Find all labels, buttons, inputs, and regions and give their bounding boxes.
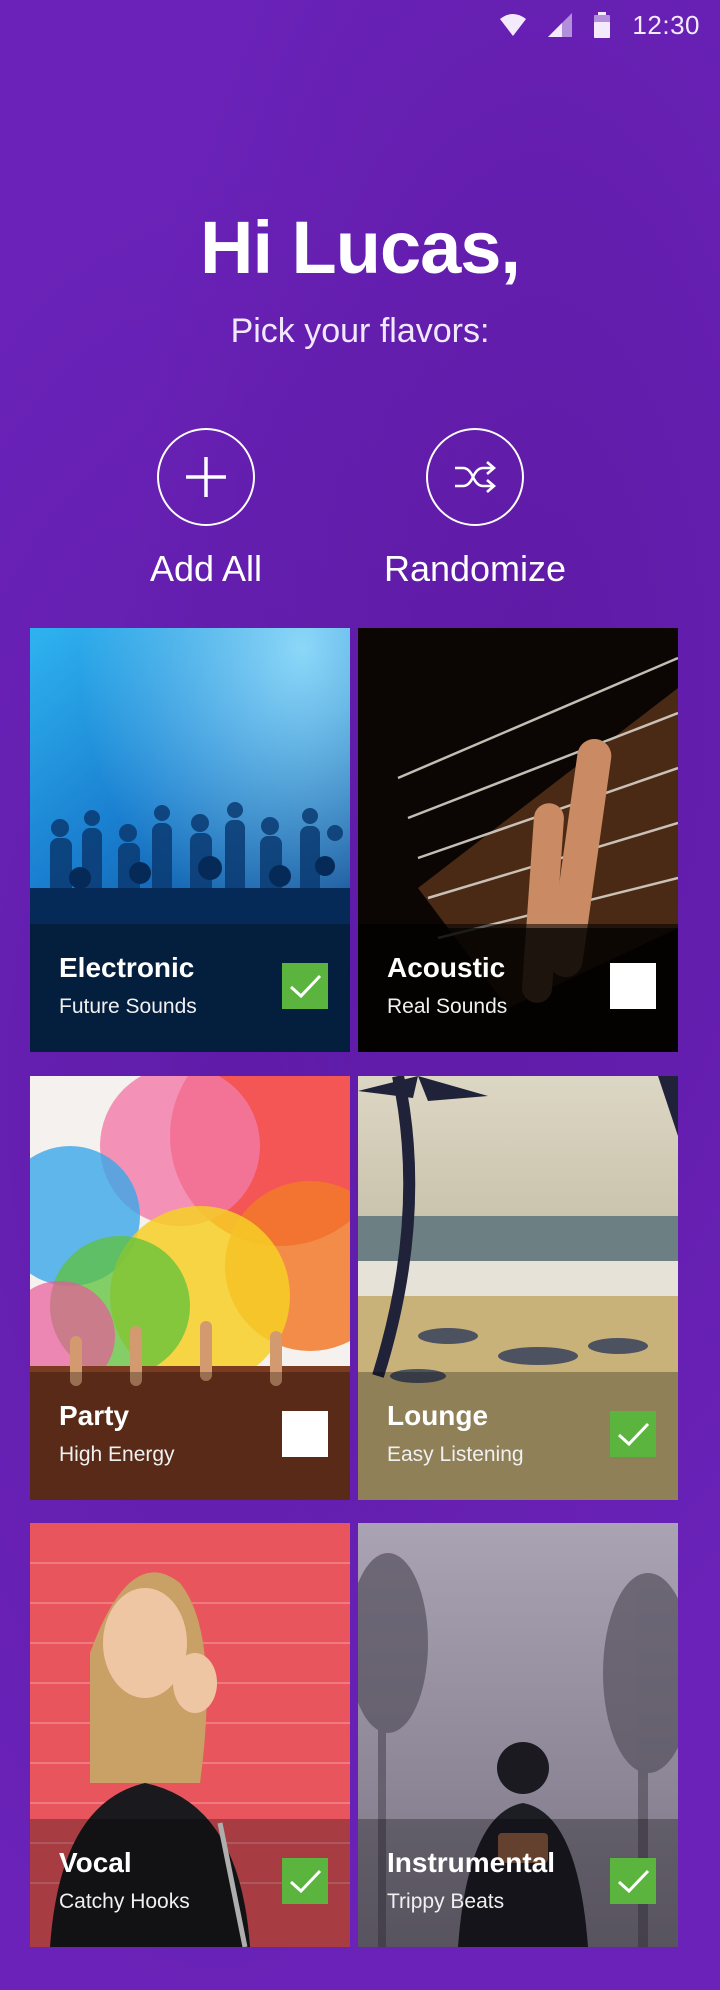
randomize-button[interactable]: Randomize <box>365 428 585 590</box>
tile-subtitle: Trippy Beats <box>387 1890 505 1913</box>
add-all-label: Add All <box>149 548 263 589</box>
flavor-picker-screen: 12:30 Hi Lucas, Pick your flavors: Add A… <box>0 0 720 1990</box>
tile-subtitle: High Energy <box>59 1443 175 1466</box>
checkmark-icon <box>617 1869 650 1894</box>
randomize-label: Randomize <box>383 548 567 589</box>
flavor-tile-acoustic[interactable]: Acoustic Real Sounds <box>358 628 678 1052</box>
flavor-tile-lounge[interactable]: Lounge Easy Listening <box>358 1076 678 1500</box>
add-all-button[interactable]: Add All <box>96 428 316 590</box>
flavor-tile-vocal[interactable]: Vocal Catchy Hooks <box>30 1523 350 1947</box>
checkmark-icon <box>289 1869 322 1894</box>
tile-subtitle: Easy Listening <box>387 1443 524 1466</box>
checkbox-checked[interactable] <box>282 1858 328 1904</box>
tile-subtitle: Catchy Hooks <box>59 1890 190 1913</box>
randomize-circle[interactable] <box>426 428 524 526</box>
flavor-tile-instrumental[interactable]: Instrumental Trippy Beats <box>358 1523 678 1947</box>
greeting-subtitle: Pick your flavors: <box>230 312 490 350</box>
tile-subtitle: Real Sounds <box>387 995 508 1018</box>
checkbox-checked[interactable] <box>282 963 328 1009</box>
tile-title: Instrumental <box>387 1847 556 1878</box>
greeting-title: Hi Lucas, <box>200 206 521 289</box>
tile-title: Acoustic <box>387 952 506 983</box>
checkbox-unchecked[interactable] <box>282 1411 328 1457</box>
tile-subtitle: Future Sounds <box>59 995 197 1018</box>
signal-icon <box>548 13 573 37</box>
status-time: 12:30 <box>632 9 700 40</box>
flavor-tile-party[interactable]: Party High Energy <box>30 1076 350 1500</box>
tile-title: Lounge <box>387 1400 489 1431</box>
battery-icon <box>594 12 611 38</box>
checkbox-checked[interactable] <box>610 1858 656 1904</box>
plus-icon <box>186 457 226 497</box>
status-bar: 12:30 <box>0 0 720 50</box>
wifi-icon <box>500 14 527 36</box>
checkbox-checked[interactable] <box>610 1411 656 1457</box>
tile-title: Electronic <box>59 952 195 983</box>
checkbox-unchecked[interactable] <box>610 963 656 1009</box>
shuffle-icon <box>455 461 496 493</box>
checkmark-icon <box>289 974 322 999</box>
checkmark-icon <box>617 1422 650 1447</box>
tile-title: Party <box>59 1400 130 1431</box>
tile-title: Vocal <box>59 1847 132 1878</box>
flavor-tile-electronic[interactable]: Electronic Future Sounds <box>30 628 350 1052</box>
add-all-circle[interactable] <box>157 428 255 526</box>
